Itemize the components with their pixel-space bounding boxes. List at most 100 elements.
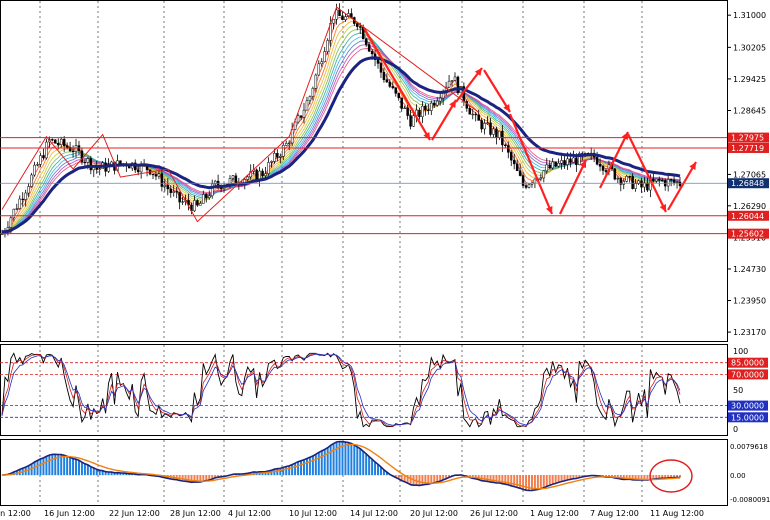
candle-body	[264, 173, 267, 176]
candle-body	[646, 182, 649, 191]
macd-histogram-bar	[83, 463, 86, 476]
candle-body	[509, 152, 513, 161]
macd-histogram-bar	[362, 451, 365, 476]
candle-body	[524, 185, 528, 188]
candle-body	[598, 164, 602, 167]
candle-body	[323, 51, 326, 62]
time-axis-label: 14 Jul 12:00	[350, 509, 398, 518]
chart-canvas[interactable]: 1.31000 1.30205 1.29425 1.28645 1.27065 1.262…	[0, 0, 770, 520]
macd-tick-label: 0.00	[730, 472, 746, 480]
candle-body	[483, 123, 486, 130]
price-tag-label: 1.27975	[731, 134, 764, 143]
candle-body	[86, 158, 90, 163]
candle-body	[193, 200, 196, 212]
candle-body	[430, 102, 433, 111]
candle-body	[160, 173, 164, 187]
time-axis-label: 10 Jul 12:00	[289, 509, 337, 518]
macd-histogram-bar	[554, 475, 557, 484]
candle	[30, 172, 33, 188]
macd-histogram-bar	[276, 468, 279, 476]
candle-body	[9, 217, 13, 228]
candle-body	[299, 115, 303, 118]
macd-histogram-bar	[551, 475, 554, 485]
candle-body	[539, 177, 543, 180]
candle-body	[640, 180, 643, 188]
macd-histogram-bar	[522, 475, 525, 490]
price-tick-label: 1.23950	[733, 297, 766, 306]
candle-body	[489, 122, 492, 135]
candle-body	[27, 186, 30, 194]
candle-body	[492, 128, 495, 135]
candle-body	[507, 145, 510, 153]
macd-histogram-bar	[291, 464, 294, 476]
candle-body	[477, 114, 480, 121]
candle-body	[666, 179, 670, 187]
candle-body	[406, 107, 409, 116]
macd-histogram-bar	[39, 458, 42, 476]
macd-histogram-bar	[288, 465, 291, 476]
candle	[554, 161, 557, 168]
candle	[613, 167, 617, 181]
macd-histogram-bar	[516, 475, 519, 488]
candle-body	[628, 176, 631, 178]
candle-body	[557, 163, 560, 167]
candle-body	[296, 115, 300, 123]
candle-body	[450, 80, 454, 82]
macd-histogram-bar	[350, 443, 353, 476]
candle-body	[397, 93, 400, 99]
candle-body	[438, 97, 442, 102]
candle-body	[80, 150, 84, 163]
candle-body	[631, 176, 634, 189]
time-axis-label: 7 Aug 12:00	[590, 509, 639, 518]
macd-histogram-bar	[332, 443, 335, 476]
candle-body	[65, 145, 69, 148]
oscillator-tick-label: 50	[733, 386, 743, 395]
price-tag-label: 1.26848	[731, 179, 764, 188]
candle-body	[672, 179, 676, 183]
macd-histogram-bar	[371, 459, 374, 476]
candle-body	[273, 153, 276, 162]
candle-body	[548, 164, 551, 169]
oscillator-tick-label: 100	[733, 347, 748, 356]
candle	[80, 148, 84, 165]
candle-body	[554, 161, 557, 167]
macd-histogram-bar	[45, 456, 48, 476]
macd-histogram-bar	[344, 442, 347, 476]
candle-body	[317, 63, 321, 76]
macd-histogram-bar	[314, 454, 317, 476]
candle-body	[660, 179, 664, 182]
oscillator-panel-frame	[0, 344, 728, 436]
candle-body	[45, 141, 48, 159]
candle-body	[616, 178, 620, 180]
candle-body	[59, 138, 63, 145]
candle-body	[367, 44, 371, 52]
candle-body	[435, 100, 439, 106]
candle-body	[356, 23, 359, 27]
macd-histogram-bar	[519, 475, 522, 489]
candle-body	[625, 176, 628, 182]
macd-tick-label: -0.0080091	[730, 496, 770, 504]
trading-chart-window: 1.31000 1.30205 1.29425 1.28645 1.27065 1.262…	[0, 0, 770, 520]
macd-histogram-bar	[374, 461, 377, 476]
macd-histogram-bar	[323, 449, 326, 476]
candle-body	[234, 175, 238, 184]
candle-body	[154, 174, 158, 177]
candle-body	[279, 156, 282, 158]
price-tick-label: 1.24730	[733, 265, 766, 274]
oscillator-tick-label: 0	[733, 425, 738, 434]
candle-body	[521, 175, 525, 186]
oscillator-level-label: 15.0000	[731, 413, 764, 422]
candle-body	[270, 161, 273, 163]
price-tag-label: 1.27719	[731, 144, 764, 153]
candle-body	[634, 183, 637, 189]
candle-body	[433, 102, 436, 106]
candle-body	[560, 160, 563, 164]
macd-histogram-bar	[305, 458, 308, 476]
candle-body	[338, 9, 341, 17]
macd-histogram-bar	[282, 467, 285, 476]
candle-body	[30, 174, 33, 187]
candle-body	[320, 61, 324, 65]
candle-body	[169, 188, 173, 193]
candle-body	[287, 142, 291, 145]
macd-histogram-bar	[48, 455, 51, 476]
